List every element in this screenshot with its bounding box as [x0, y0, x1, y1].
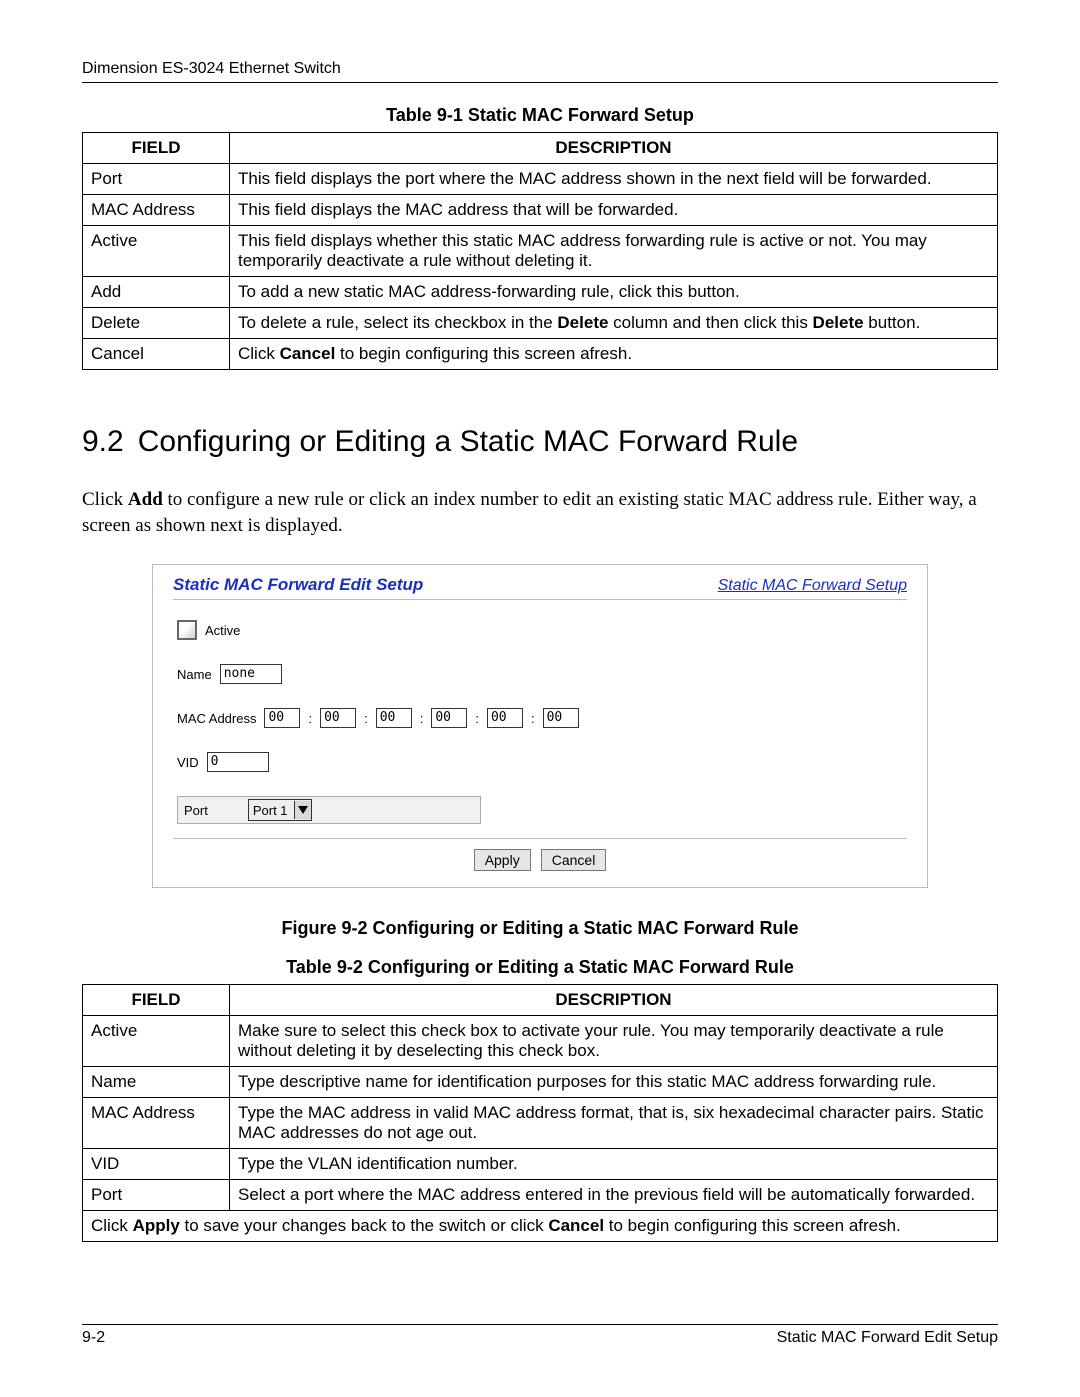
desc-cell: Select a port where the MAC address ente…: [230, 1180, 998, 1211]
field-cell: Active: [83, 226, 230, 277]
desc-cell: To add a new static MAC address-forwardi…: [230, 277, 998, 308]
footer-page-number: 9-2: [82, 1329, 105, 1347]
field-cell: Cancel: [83, 339, 230, 370]
mac-octet-5[interactable]: 00: [487, 708, 523, 728]
form-back-link[interactable]: Static MAC Forward Setup: [718, 577, 907, 595]
table-row: Active Make sure to select this check bo…: [83, 1016, 998, 1067]
field-cell: MAC Address: [83, 1098, 230, 1149]
desc-cell: Make sure to select this check box to ac…: [230, 1016, 998, 1067]
mac-octet-1[interactable]: 00: [264, 708, 300, 728]
desc-cell: Click Cancel to begin configuring this s…: [230, 339, 998, 370]
table-row: Name Type descriptive name for identific…: [83, 1067, 998, 1098]
cancel-button[interactable]: Cancel: [541, 849, 607, 871]
mac-octet-3[interactable]: 00: [376, 708, 412, 728]
port-label: Port: [184, 803, 208, 818]
table-row: VID Type the VLAN identification number.: [83, 1149, 998, 1180]
table2-footer-cell: Click Apply to save your changes back to…: [83, 1211, 998, 1242]
desc-cell: Type the VLAN identification number.: [230, 1149, 998, 1180]
field-cell: VID: [83, 1149, 230, 1180]
active-label: Active: [205, 623, 240, 638]
mac-octet-2[interactable]: 00: [320, 708, 356, 728]
table-row: Port Select a port where the MAC address…: [83, 1180, 998, 1211]
section-heading: 9.2 Configuring or Editing a Static MAC F…: [82, 425, 998, 459]
section-paragraph: Click Add to configure a new rule or cli…: [82, 487, 998, 538]
desc-cell: This field displays whether this static …: [230, 226, 998, 277]
table1-head-desc: DESCRIPTION: [230, 133, 998, 164]
field-cell: Port: [83, 164, 230, 195]
table-row: Click Apply to save your changes back to…: [83, 1211, 998, 1242]
chevron-down-icon: [294, 801, 311, 819]
desc-cell: To delete a rule, select its checkbox in…: [230, 308, 998, 339]
edit-form-screenshot: Static MAC Forward Edit Setup Static MAC…: [152, 564, 928, 888]
table-9-1: FIELD DESCRIPTION Port This field displa…: [82, 132, 998, 370]
table-row: Cancel Click Cancel to begin configuring…: [83, 339, 998, 370]
table-row: Port This field displays the port where …: [83, 164, 998, 195]
table-9-2: FIELD DESCRIPTION Active Make sure to se…: [82, 984, 998, 1242]
table-row: Delete To delete a rule, select its chec…: [83, 308, 998, 339]
table2-head-field: FIELD: [83, 985, 230, 1016]
field-cell: Port: [83, 1180, 230, 1211]
table2-head-desc: DESCRIPTION: [230, 985, 998, 1016]
field-cell: Delete: [83, 308, 230, 339]
table-row: Add To add a new static MAC address-forw…: [83, 277, 998, 308]
desc-cell: This field displays the MAC address that…: [230, 195, 998, 226]
vid-input[interactable]: 0: [207, 752, 269, 772]
active-checkbox[interactable]: [177, 620, 197, 640]
section-title: Configuring or Editing a Static MAC Forw…: [138, 425, 798, 458]
running-header: Dimension ES-3024 Ethernet Switch: [82, 60, 998, 83]
table2-caption: Table 9-2 Configuring or Editing a Stati…: [82, 957, 998, 978]
desc-cell: This field displays the port where the M…: [230, 164, 998, 195]
port-select-value: Port 1: [249, 803, 294, 818]
port-select[interactable]: Port 1: [248, 799, 312, 821]
figure-caption: Figure 9-2 Configuring or Editing a Stat…: [82, 918, 998, 939]
section-number: 9.2: [82, 425, 124, 458]
field-cell: MAC Address: [83, 195, 230, 226]
table-row: MAC Address This field displays the MAC …: [83, 195, 998, 226]
field-cell: Add: [83, 277, 230, 308]
table-row: MAC Address Type the MAC address in vali…: [83, 1098, 998, 1149]
vid-label: VID: [177, 755, 199, 770]
apply-button[interactable]: Apply: [474, 849, 531, 871]
name-label: Name: [177, 667, 212, 682]
field-cell: Active: [83, 1016, 230, 1067]
field-cell: Name: [83, 1067, 230, 1098]
desc-cell: Type descriptive name for identification…: [230, 1067, 998, 1098]
table1-caption: Table 9-1 Static MAC Forward Setup: [82, 105, 998, 126]
name-input[interactable]: none: [220, 664, 282, 684]
mac-octet-6[interactable]: 00: [543, 708, 579, 728]
mac-label: MAC Address: [177, 711, 256, 726]
table-row: Active This field displays whether this …: [83, 226, 998, 277]
table1-head-field: FIELD: [83, 133, 230, 164]
footer-section-title: Static MAC Forward Edit Setup: [777, 1329, 998, 1347]
desc-cell: Type the MAC address in valid MAC addres…: [230, 1098, 998, 1149]
form-title: Static MAC Forward Edit Setup: [173, 575, 423, 595]
mac-octet-4[interactable]: 00: [431, 708, 467, 728]
